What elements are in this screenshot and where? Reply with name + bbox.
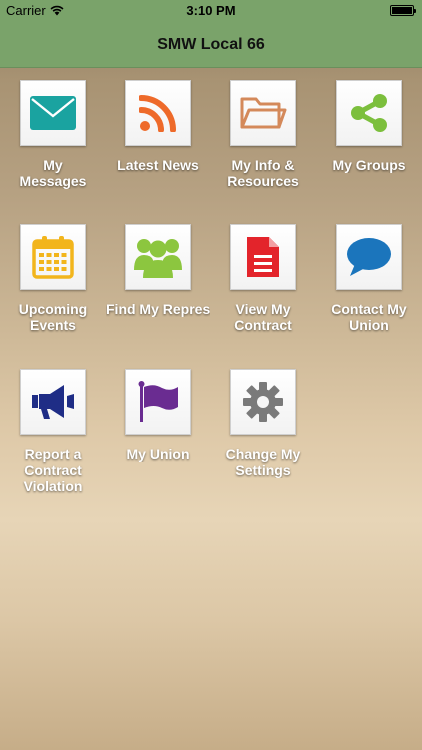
clock: 3:10 PM — [186, 3, 236, 18]
tile-icon-box[interactable] — [230, 80, 296, 146]
tile-icon-box[interactable] — [125, 369, 191, 435]
envelope-icon — [30, 96, 76, 130]
status-bar: Carrier 3:10 PM — [0, 0, 422, 22]
tile-icon-box[interactable] — [230, 369, 296, 435]
megaphone-icon — [32, 385, 74, 419]
tile-label: Contact My Union — [331, 301, 407, 333]
tile-label: Latest News — [117, 157, 199, 173]
tile-my-union[interactable]: My Union — [106, 369, 210, 462]
tile-view-my-contract[interactable]: View My Contract — [211, 224, 315, 333]
people-icon — [134, 239, 182, 278]
rss-icon — [139, 95, 176, 132]
calendar-icon — [32, 236, 74, 279]
navigation-bar: SMW Local 66 — [0, 22, 422, 68]
tile-icon-box[interactable] — [20, 224, 86, 290]
gear-icon — [243, 382, 283, 422]
tile-icon-box[interactable] — [20, 80, 86, 146]
tile-icon-box[interactable] — [125, 224, 191, 290]
tile-icon-box[interactable] — [230, 224, 296, 290]
tile-label: Change My Settings — [225, 446, 301, 478]
document-icon — [247, 237, 279, 277]
tile-upcoming-events[interactable]: Upcoming Events — [1, 224, 105, 333]
speech-bubble-icon — [347, 238, 391, 276]
tile-my-groups[interactable]: My Groups — [317, 80, 421, 173]
tile-contact-my-union[interactable]: Contact My Union — [317, 224, 421, 333]
tile-label: View My Contract — [234, 301, 292, 333]
page-title: SMW Local 66 — [157, 35, 265, 53]
folder-icon — [240, 97, 287, 129]
tile-label: My Groups — [332, 157, 406, 173]
battery-icon — [390, 5, 416, 16]
tile-label: My Info & Resources — [227, 157, 299, 189]
tile-find-my-representative[interactable]: Find My Representative — [106, 224, 210, 317]
tile-icon-box[interactable] — [336, 80, 402, 146]
tile-icon-box[interactable] — [125, 80, 191, 146]
tile-label: Find My Representative — [106, 301, 210, 317]
tile-my-info-resources[interactable]: My Info & Resources — [211, 80, 315, 189]
tile-latest-news[interactable]: Latest News — [106, 80, 210, 173]
tile-label: My Union — [126, 446, 190, 462]
tile-label: Report a Contract Violation — [23, 446, 83, 494]
tile-change-my-settings[interactable]: Change My Settings — [211, 369, 315, 478]
tile-my-messages[interactable]: My Messages — [1, 80, 105, 189]
tile-label: Upcoming Events — [18, 301, 88, 333]
tile-report-contract-violation[interactable]: Report a Contract Violation — [1, 369, 105, 494]
tile-label: My Messages — [19, 157, 87, 189]
tile-icon-box[interactable] — [20, 369, 86, 435]
share-icon — [351, 94, 387, 132]
tile-icon-box[interactable] — [336, 224, 402, 290]
flag-icon — [138, 381, 178, 422]
